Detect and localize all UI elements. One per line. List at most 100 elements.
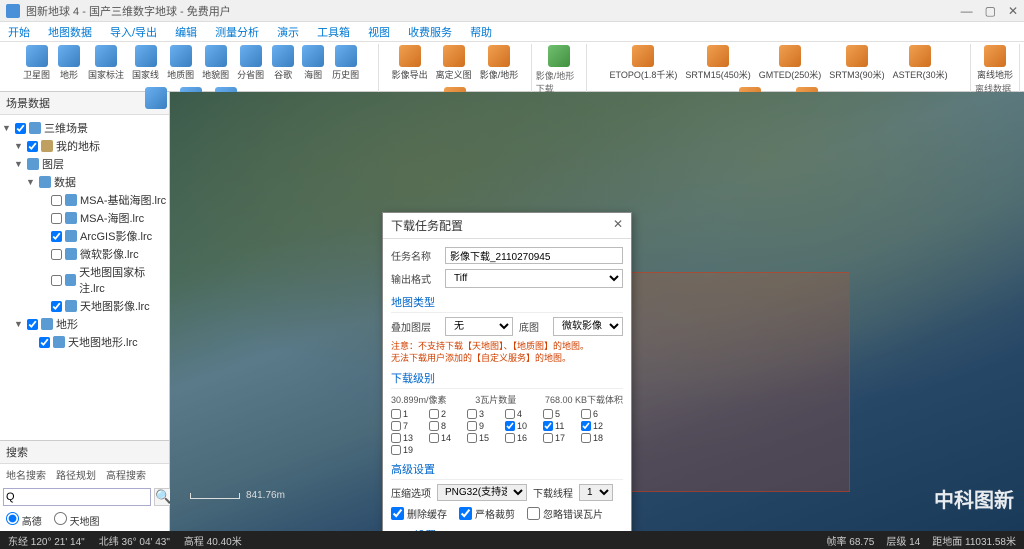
level-12[interactable]: 12 xyxy=(581,421,611,431)
minimize-button[interactable]: — xyxy=(961,4,973,18)
close-button[interactable]: ✕ xyxy=(1008,4,1018,18)
ribbon-卫星图[interactable]: 卫星图 xyxy=(21,44,52,82)
level-1[interactable]: 1 xyxy=(391,409,421,419)
status-fps: 帧率 68.75 xyxy=(827,533,875,548)
ribbon-离线地形[interactable]: 离线地形 xyxy=(975,44,1015,82)
window-title: 图新地球 4 - 国产三维数字地球 - 免费用户 xyxy=(26,3,961,19)
ribbon-地貌图[interactable]: 地貌图 xyxy=(200,44,231,82)
scene-panel-head: 场景数据 xyxy=(0,92,169,115)
ribbon-GMTED(250米)[interactable]: GMTED(250米) xyxy=(757,44,824,82)
tree-MSA-海图.lrc[interactable]: MSA-海图.lrc xyxy=(2,209,167,227)
menu-3[interactable]: 编辑 xyxy=(175,24,197,40)
menu-2[interactable]: 导入/导出 xyxy=(110,24,157,40)
tree-图层[interactable]: ▼图层 xyxy=(2,155,167,173)
level-10[interactable]: 10 xyxy=(505,421,535,431)
status-lon: 东经 120° 21' 14" xyxy=(8,533,85,548)
tab-elevation[interactable]: 高程搜索 xyxy=(106,467,146,482)
tree-我的地标[interactable]: ▼我的地标 xyxy=(2,137,167,155)
tree-天地图影像.lrc[interactable]: 天地图影像.lrc xyxy=(2,297,167,315)
level-7[interactable]: 7 xyxy=(391,421,421,431)
level-6[interactable]: 6 xyxy=(581,409,611,419)
basemap-select[interactable]: 微软影像 xyxy=(553,317,623,336)
tree-地形[interactable]: ▼地形 xyxy=(2,315,167,333)
task-name-input[interactable] xyxy=(445,247,623,264)
ribbon-地形[interactable]: 地形 xyxy=(56,44,82,82)
ribbon-ASTER(30米)[interactable]: ASTER(30米) xyxy=(891,44,950,82)
level-8[interactable]: 8 xyxy=(429,421,459,431)
menu-9[interactable]: 帮助 xyxy=(470,24,492,40)
menu-4[interactable]: 测量分析 xyxy=(215,24,259,40)
level-13[interactable]: 13 xyxy=(391,433,421,443)
ribbon-影像/地形[interactable]: 影像/地形 xyxy=(478,44,521,82)
level-11[interactable]: 11 xyxy=(543,421,573,431)
format-label: 输出格式 xyxy=(391,271,439,286)
ribbon-国家标注[interactable]: 国家标注 xyxy=(86,44,126,82)
ribbon-SRTM3(90米)[interactable]: SRTM3(90米) xyxy=(827,44,886,82)
adv-section: 高级设置 xyxy=(391,461,623,480)
menu-8[interactable]: 收费服务 xyxy=(408,24,452,40)
ribbon-ETOPO(1.8千米)[interactable]: ETOPO(1.8千米) xyxy=(608,44,680,82)
warning-text: 注意：不支持下载【天地图】、【地质图】的地图。无法下载用户添加的【自定义服务】的… xyxy=(391,341,623,364)
chk-delete-cache[interactable]: 删除缓存 xyxy=(391,506,447,521)
tree-天地图地形.lrc[interactable]: 天地图地形.lrc xyxy=(2,333,167,351)
radio-gaode[interactable]: 高德 xyxy=(6,512,42,528)
level-18[interactable]: 18 xyxy=(581,433,611,443)
download-dialog: 下载任务配置 ✕ 任务名称 输出格式Tiff 地图类型 叠加图层无底图微软影像 … xyxy=(382,212,632,531)
chk-strict-clip[interactable]: 严格裁剪 xyxy=(459,506,515,521)
menu-5[interactable]: 演示 xyxy=(277,24,299,40)
thread-select[interactable]: 16 xyxy=(579,484,613,501)
search-input[interactable] xyxy=(3,488,151,506)
level-section: 下载级别 xyxy=(391,370,623,389)
ribbon-影像导出[interactable]: 影像导出 xyxy=(390,44,430,82)
maximize-button[interactable]: ▢ xyxy=(985,4,996,18)
compression-select[interactable]: PNG32(支持透明) xyxy=(437,484,527,501)
level-19[interactable]: 19 xyxy=(391,445,421,455)
overlay-label: 叠加图层 xyxy=(391,319,439,334)
tree-ArcGIS影像.lrc[interactable]: ArcGIS影像.lrc xyxy=(2,227,167,245)
level-14[interactable]: 14 xyxy=(429,433,459,443)
level-17[interactable]: 17 xyxy=(543,433,573,443)
chk-ignore-err[interactable]: 忽略错误瓦片 xyxy=(527,506,603,521)
menu-7[interactable]: 视图 xyxy=(368,24,390,40)
overlay-select[interactable]: 无 xyxy=(445,317,513,336)
level-16[interactable]: 16 xyxy=(505,433,535,443)
menu-6[interactable]: 工具箱 xyxy=(317,24,350,40)
ribbon-地质图[interactable]: 地质图 xyxy=(165,44,196,82)
tree-三维场景[interactable]: ▼三维场景 xyxy=(2,119,167,137)
watermark: 中科图新 xyxy=(934,484,1014,513)
menu-1[interactable]: 地图数据 xyxy=(48,24,92,40)
ribbon-[interactable] xyxy=(546,44,572,69)
dialog-close-icon[interactable]: ✕ xyxy=(613,217,623,234)
tree-MSA-基础海图.lrc[interactable]: MSA-基础海图.lrc xyxy=(2,191,167,209)
resolution-info: 30.899m/像素 xyxy=(391,393,447,406)
level-3[interactable]: 3 xyxy=(467,409,497,419)
scale-bar: 841.76m xyxy=(190,490,285,501)
level-4[interactable]: 4 xyxy=(505,409,535,419)
base-label: 底图 xyxy=(519,319,547,334)
ribbon-海图[interactable]: 海图 xyxy=(300,44,326,82)
ribbon-历史图[interactable]: 历史图 xyxy=(330,44,361,82)
tree-天地图国家标注.lrc[interactable]: 天地图国家标注.lrc xyxy=(2,263,167,297)
ribbon-分省图[interactable]: 分省图 xyxy=(235,44,266,82)
menu-0[interactable]: 开始 xyxy=(8,24,30,40)
tab-route[interactable]: 路径规划 xyxy=(56,467,96,482)
status-alt: 高程 40.40米 xyxy=(184,533,242,548)
level-9[interactable]: 9 xyxy=(467,421,497,431)
level-15[interactable]: 15 xyxy=(467,433,497,443)
map-viewport[interactable]: 841.76m 中科图新 下载任务配置 ✕ 任务名称 输出格式Tiff 地图类型… xyxy=(170,92,1024,531)
tree-微软影像.lrc[interactable]: 微软影像.lrc xyxy=(2,245,167,263)
ribbon-谷歌[interactable]: 谷歌 xyxy=(270,44,296,82)
ribbon-国家线[interactable]: 国家线 xyxy=(130,44,161,82)
tree-数据[interactable]: ▼数据 xyxy=(2,173,167,191)
task-label: 任务名称 xyxy=(391,248,439,263)
thread-label: 下载线程 xyxy=(533,485,573,500)
level-5[interactable]: 5 xyxy=(543,409,573,419)
dialog-title: 下载任务配置 xyxy=(391,217,463,234)
tab-placename[interactable]: 地名搜索 xyxy=(6,467,46,482)
ribbon-SRTM15(450米)[interactable]: SRTM15(450米) xyxy=(683,44,752,82)
radio-tianditu[interactable]: 天地图 xyxy=(54,512,100,528)
format-select[interactable]: Tiff xyxy=(445,269,623,288)
ribbon-离定义图[interactable]: 离定义图 xyxy=(434,44,474,82)
level-2[interactable]: 2 xyxy=(429,409,459,419)
search-panel-head: 搜索 xyxy=(0,441,169,464)
